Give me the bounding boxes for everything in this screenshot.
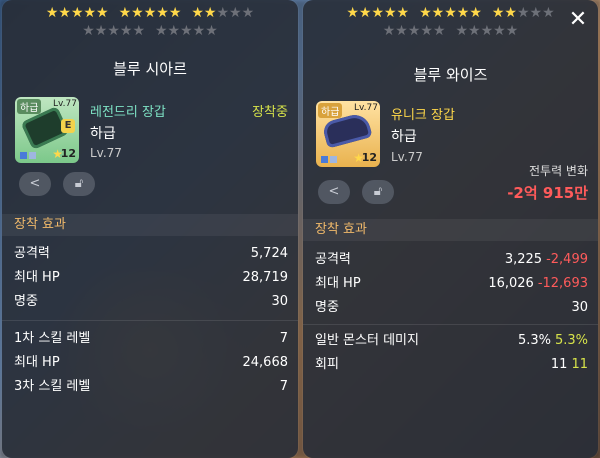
equip-status: 장착중 [252,105,288,120]
share-button[interactable]: < [318,180,350,204]
divider [303,324,598,325]
lock-icon: 🔓︎ [74,176,84,191]
item-grade-tag: 하급 [318,103,343,118]
stat-list: 공격력 5,724 최대 HP 28,719 명중 30 1차 스킬 레벨 7 최대 H… [2,242,298,399]
stat-row: 공격력 5,724 [14,246,288,261]
star-rating-bottom: ★★★★★ ★★★★★ [82,23,218,39]
stat-list: 공격력 3,225 -2,499 최대 HP 16,026 -12,693 명중 30 일… [303,248,598,377]
enhance-level: 12 [60,147,76,160]
stat-row: 명중 30 [14,294,288,309]
stat-row: 3차 스킬 레벨 7 [14,379,288,394]
item-type: 레전드리 장갑 [90,105,166,120]
stat-row: 명중 30 [315,300,588,315]
star-rating-top: ★★★★★ ★★★★★ ★★★★★ [346,5,555,21]
item-level: Lv.77 [391,150,423,164]
power-change-value: -2억 915만 [507,184,588,202]
compare-item-panel: ★★★★★ ★★★★★ ★★★★★ ★★★★★ ★★★★★ ✕ 블루 와이즈 하급 L… [303,0,598,458]
stat-row: 일반 몬스터 데미지 5.3% 5.3% [315,333,588,348]
stat-row: 1차 스킬 레벨 7 [14,331,288,346]
item-name: 블루 시아르 [113,60,187,78]
item-level-tag: Lv.77 [354,103,378,113]
section-header: 장착 효과 [303,219,598,241]
stat-row: 최대 HP 28,719 [14,270,288,285]
share-icon: < [328,184,340,199]
item-icon: 하급 Lv.77 E ★ 12 [15,97,79,163]
item-level: Lv.77 [90,146,122,160]
lock-button[interactable]: 🔓︎ [362,180,394,204]
stat-row: 최대 HP 24,668 [14,355,288,370]
lock-icon: 🔓︎ [373,184,383,199]
lock-button[interactable]: 🔓︎ [63,172,95,196]
enhance-level: 12 [361,151,377,164]
close-icon: ✕ [568,7,588,32]
section-header: 장착 효과 [2,214,298,236]
equipped-item-panel: ★★★★★ ★★★★★ ★★★★★ ★★★★★ ★★★★★ 블루 시아르 하급 Lv.… [2,0,298,458]
equipped-badge: E [61,119,75,133]
item-name: 블루 와이즈 [413,66,488,84]
item-grade-tag: 하급 [17,99,42,114]
divider [2,320,298,321]
item-grade: 하급 [391,129,417,145]
item-type: 유니크 장갑 [391,108,455,123]
item-icon: 하급 Lv.77 ★ 12 [316,101,380,167]
power-change-label: 전투력 변화 [528,164,588,178]
stat-row: 공격력 3,225 -2,499 [315,252,588,267]
close-button[interactable]: ✕ [566,8,590,32]
stat-row: 회피 11 11 [315,357,588,372]
star-rating-bottom: ★★★★★ ★★★★★ [382,23,519,39]
stat-row: 최대 HP 16,026 -12,693 [315,276,588,291]
share-button[interactable]: < [19,172,51,196]
share-icon: < [29,176,41,191]
item-grade: 하급 [90,126,116,142]
star-rating-top: ★★★★★ ★★★★★ ★★★★★ [45,5,255,21]
